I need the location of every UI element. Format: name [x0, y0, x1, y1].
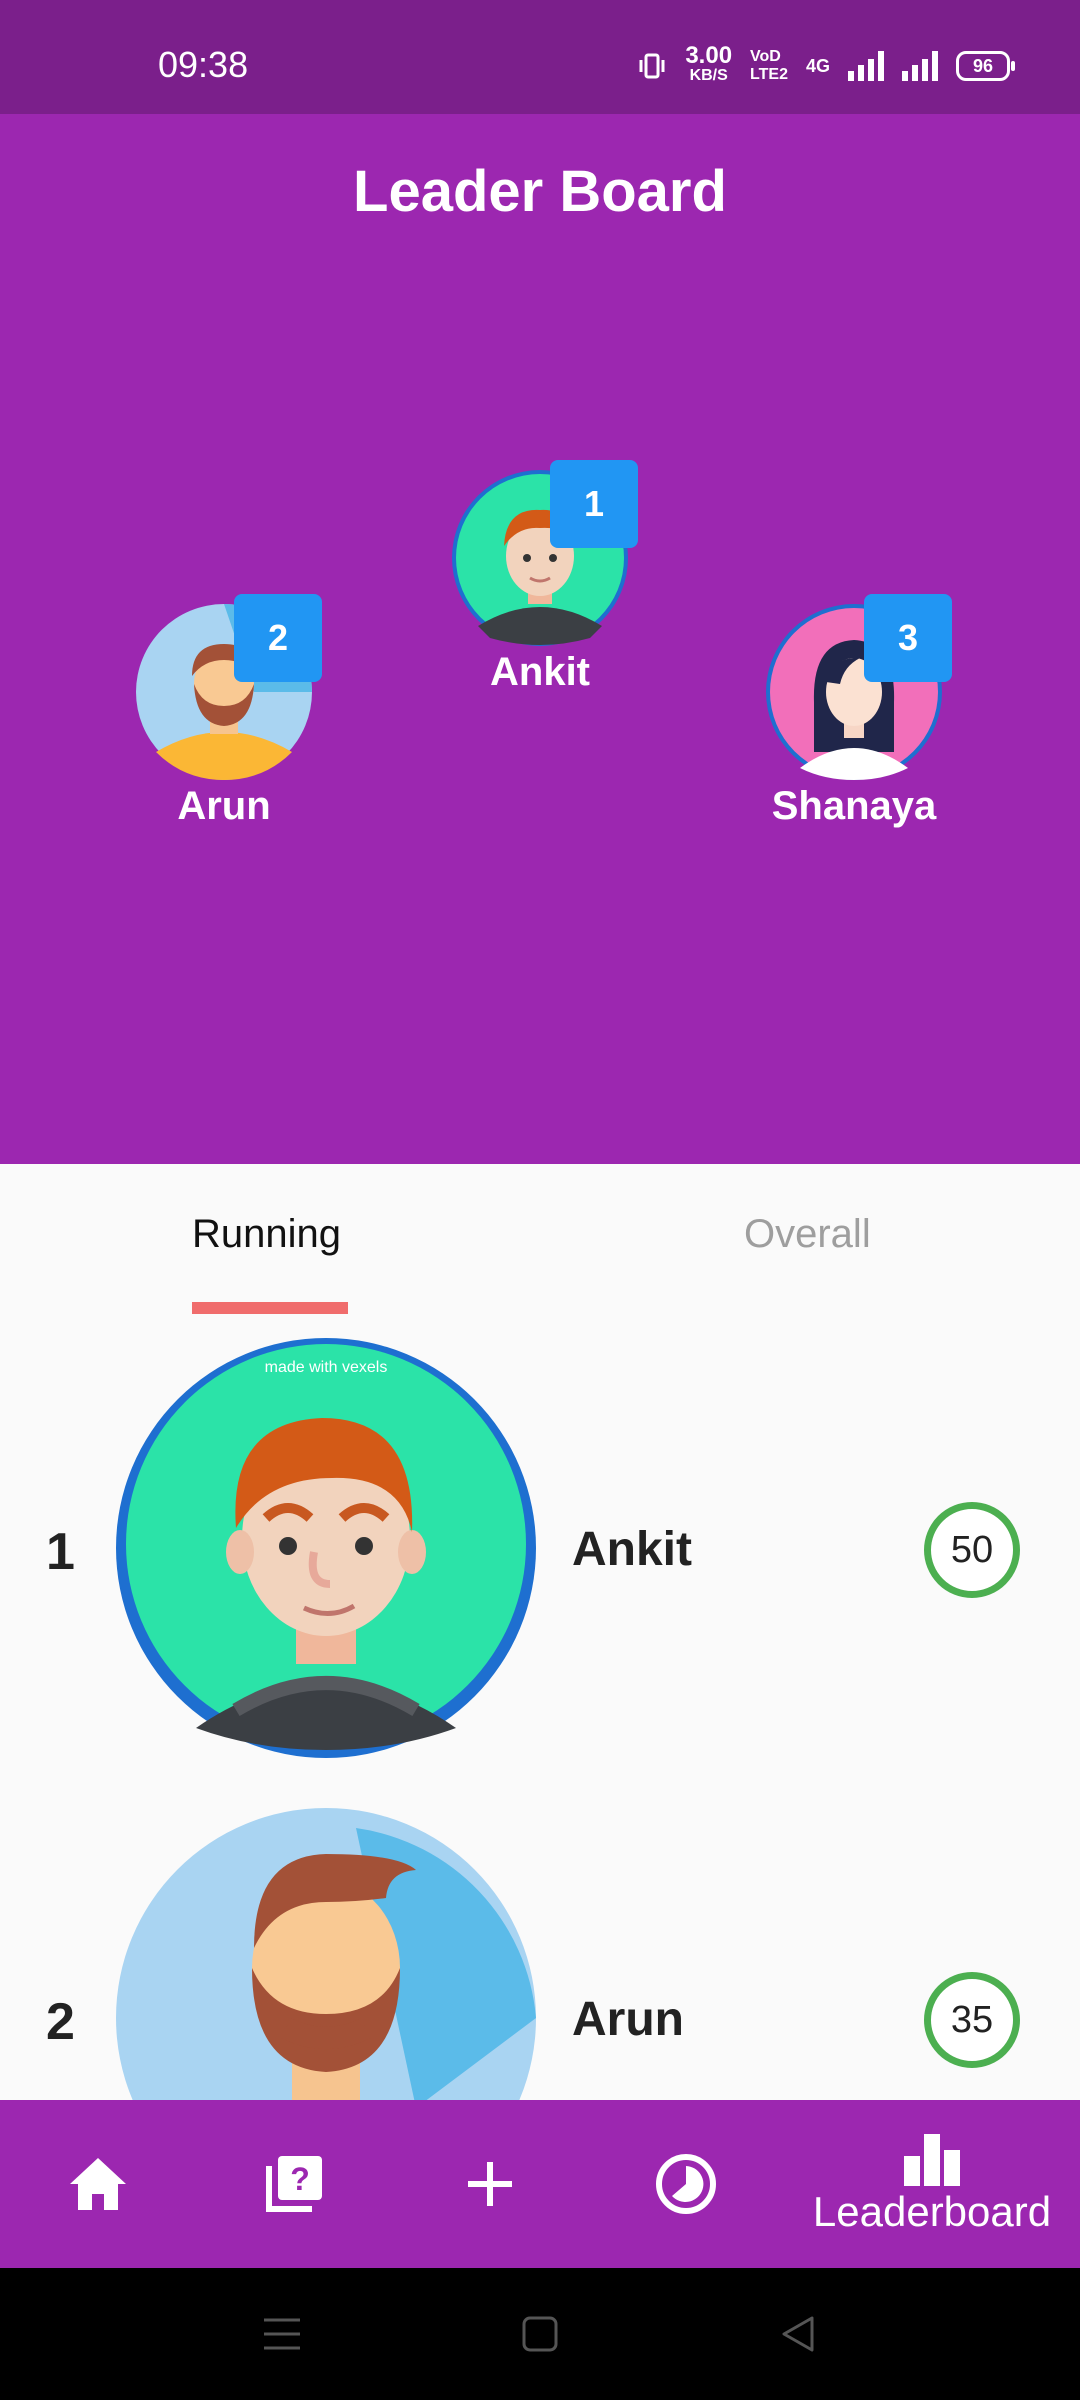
tab-indicator: [192, 1302, 348, 1314]
avatar: 3: [764, 594, 952, 782]
podium-name: Shanaya: [771, 784, 937, 828]
avatar-ankit-large-icon: made with vexels: [116, 1338, 536, 1758]
rank-badge: 1: [550, 460, 638, 548]
row-rank: 2: [46, 1993, 75, 2051]
bottom-navigation: ? Leaderboard: [0, 2100, 1080, 2268]
leaderboard-list[interactable]: 1 made with vexels Ankit 50 2 Arun 35: [0, 1314, 1080, 2100]
vexels-watermark: made with vexels: [265, 1359, 388, 1376]
back-icon[interactable]: [778, 2314, 818, 2354]
podium-third[interactable]: 3 Shanaya: [764, 594, 952, 829]
signal-icon: [848, 51, 884, 81]
tab-bar: Running Overall: [0, 1164, 1080, 1314]
podium-name: Ankit: [490, 650, 590, 694]
volte-bottom: LTE2: [750, 66, 788, 83]
podium-first[interactable]: 1 Ankit: [450, 460, 638, 695]
net-speed-value: 3.00: [685, 42, 733, 69]
home-icon: [70, 2158, 126, 2210]
podium-name: Arun: [177, 784, 271, 828]
podium-second[interactable]: 2 Arun: [134, 594, 322, 829]
row-rank: 1: [46, 1523, 75, 1581]
score-badge: 35: [924, 1972, 1020, 2068]
tab-running[interactable]: Running: [192, 1212, 341, 1257]
nav-add[interactable]: [392, 2100, 588, 2268]
row-name: Arun: [572, 1993, 684, 2046]
quiz-icon: ?: [266, 2156, 322, 2212]
score-badge: 50: [924, 1502, 1020, 1598]
leaderboard-hero: Leader Board 1 Ankit 2 Arun 3 Shanaya: [0, 114, 1080, 1164]
nav-leaderboard-label: Leaderboard: [812, 2188, 1052, 2235]
tab-overall[interactable]: Overall: [744, 1212, 871, 1257]
nav-leaderboard[interactable]: Leaderboard: [813, 2100, 1051, 2268]
menu-icon[interactable]: [262, 2314, 302, 2354]
list-item[interactable]: 1 made with vexels Ankit 50: [0, 1338, 1080, 1768]
status-icons: 3.00 KB/S VoD LTE2 4G 96: [637, 42, 1015, 86]
system-navigation-bar: [0, 2268, 1080, 2400]
leaderboard-icon: [904, 2134, 960, 2186]
avatar-arun-large-icon: [116, 1808, 536, 2100]
status-time: 09:38: [158, 44, 249, 85]
net-speed: 3.00 KB/S: [685, 42, 733, 86]
list-item[interactable]: 2 Arun 35: [0, 1808, 1080, 2100]
volte-top: VoD: [750, 48, 781, 65]
nav-quiz[interactable]: ?: [196, 2100, 392, 2268]
nav-history[interactable]: [588, 2100, 784, 2268]
status-bar: 09:38 3.00 KB/S VoD LTE2 4G 96: [0, 0, 1080, 114]
rank-badge: 3: [864, 594, 952, 682]
history-icon: [656, 2154, 716, 2214]
battery-icon: 96: [956, 51, 1015, 81]
home-square-icon[interactable]: [520, 2314, 560, 2354]
signal-icon-2: [902, 51, 938, 81]
nav-home[interactable]: [0, 2100, 196, 2268]
avatar: 2: [134, 594, 322, 782]
network-type: 4G: [805, 55, 830, 76]
vibrate-icon: [639, 53, 665, 79]
add-icon: [468, 2162, 512, 2206]
page-title: Leader Board: [353, 159, 727, 224]
net-speed-unit: KB/S: [689, 67, 728, 84]
row-name: Ankit: [572, 1523, 692, 1576]
volte-indicator: VoD LTE2: [750, 48, 788, 84]
rank-badge: 2: [234, 594, 322, 682]
avatar: 1: [450, 460, 638, 648]
svg-text:?: ?: [290, 2161, 310, 2197]
